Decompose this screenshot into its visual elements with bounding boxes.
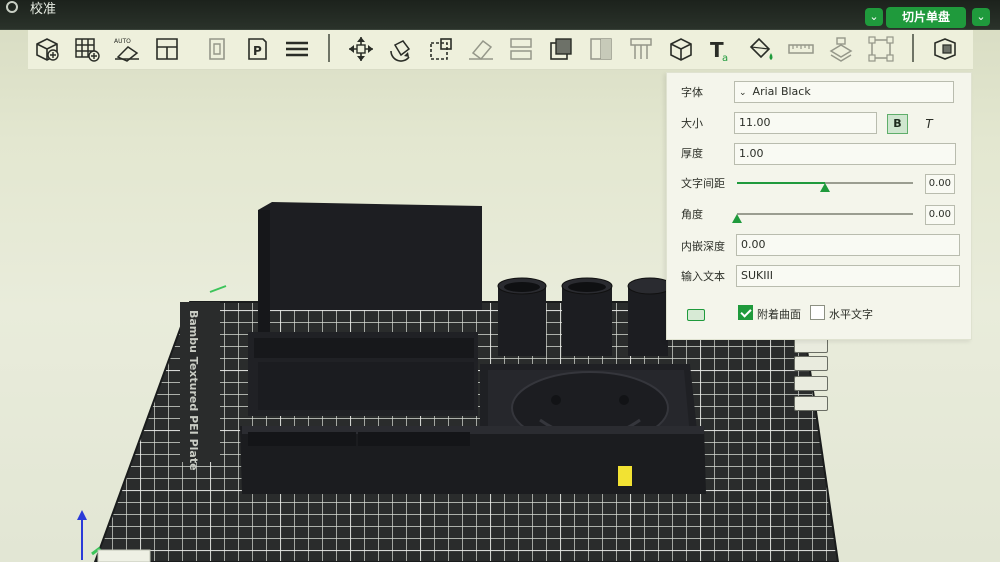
text-tool-icon[interactable]: Ta — [706, 34, 736, 64]
svg-text:AUTO: AUTO — [114, 38, 131, 45]
attach-surface-checkbox[interactable] — [738, 305, 753, 320]
font-select[interactable]: ⌄ Arial Black — [734, 81, 954, 103]
font-label: 字体 — [681, 86, 703, 99]
angle-slider-thumb[interactable] — [732, 214, 742, 223]
text-tool-panel: 字体 ⌄ Arial Black 大小 11.00 B T 厚度 1.00 文字间… — [666, 72, 972, 340]
axis-marker — [209, 285, 227, 293]
italic-toggle-button[interactable]: T — [919, 114, 939, 134]
title-bar: 校准 ⌄ 切片单盘 ⌄ — [0, 0, 1000, 30]
attach-surface-label: 附着曲面 — [757, 308, 801, 321]
slice-plate-button[interactable]: 切片单盘 — [886, 7, 966, 28]
add-plate-grid-icon[interactable] — [72, 34, 102, 64]
view-mode-toggle[interactable] — [97, 549, 151, 562]
cut-icon[interactable] — [546, 34, 576, 64]
toolbar-divider — [912, 34, 914, 62]
font-value: Arial Black — [752, 85, 811, 98]
layers-icon[interactable] — [282, 34, 312, 64]
spacing-value[interactable]: 0.00 — [925, 174, 955, 194]
assembly-icon[interactable] — [826, 34, 856, 64]
arrange-icon[interactable] — [152, 34, 182, 64]
window-title: 校准 — [30, 2, 57, 17]
horizontal-text-checkbox[interactable] — [810, 305, 825, 320]
side-settings-button[interactable] — [794, 396, 828, 411]
plate-icon[interactable] — [202, 34, 232, 64]
thickness-label: 厚度 — [681, 147, 703, 160]
angle-label: 角度 — [681, 208, 703, 221]
text-content-input[interactable]: SUKIII — [736, 265, 960, 287]
input-text-label: 输入文本 — [681, 270, 725, 283]
plate-p-icon[interactable]: P — [242, 34, 272, 64]
organizer-model[interactable] — [240, 202, 706, 494]
toolbar-divider — [328, 34, 330, 62]
auto-orient-icon[interactable]: AUTO — [112, 34, 142, 64]
bounding-box-icon[interactable] — [866, 34, 896, 64]
split-icon[interactable] — [506, 34, 536, 64]
spacing-label: 文字间距 — [681, 177, 725, 190]
side-view-button-2[interactable] — [794, 356, 828, 371]
app-logo-icon — [6, 1, 18, 13]
angle-value[interactable]: 0.00 — [925, 205, 955, 225]
plate-label: Bambu Textured PEI Plate — [187, 310, 200, 471]
svg-text:P: P — [253, 44, 262, 58]
dropdown-chevron-icon[interactable]: ⌄ — [865, 8, 883, 26]
horizontal-text-label: 水平文字 — [829, 308, 873, 321]
move-icon[interactable] — [346, 34, 376, 64]
embed-depth-label: 内嵌深度 — [681, 240, 725, 253]
explode-icon[interactable] — [930, 34, 960, 64]
side-lock-button[interactable] — [794, 376, 828, 391]
boolean-icon[interactable] — [586, 34, 616, 64]
cube-icon[interactable] — [666, 34, 696, 64]
side-view-button-1[interactable] — [794, 338, 828, 353]
lay-on-face-icon[interactable] — [466, 34, 496, 64]
size-label: 大小 — [681, 117, 703, 130]
measure-icon[interactable] — [786, 34, 816, 64]
spacing-slider-fill — [737, 182, 825, 184]
keyboard-icon[interactable] — [687, 309, 705, 321]
bold-toggle-button[interactable]: B — [887, 114, 908, 134]
thickness-input[interactable]: 1.00 — [734, 143, 956, 165]
spacing-slider-thumb[interactable] — [820, 183, 830, 192]
rotate-icon[interactable] — [386, 34, 416, 64]
add-cube-icon[interactable] — [32, 34, 62, 64]
send-dropdown-chevron-icon[interactable]: ⌄ — [972, 8, 990, 26]
support-icon[interactable] — [626, 34, 656, 64]
angle-slider-track[interactable] — [737, 213, 913, 215]
chevron-down-icon: ⌄ — [739, 88, 747, 98]
z-axis-indicator — [77, 510, 101, 560]
main-toolbar: AUTO P Ta — [28, 30, 973, 70]
text-position-marker[interactable] — [618, 466, 632, 486]
scale-icon[interactable] — [426, 34, 456, 64]
size-input[interactable]: 11.00 — [734, 112, 877, 134]
embed-depth-input[interactable]: 0.00 — [736, 234, 960, 256]
svg-text:a: a — [722, 53, 728, 63]
paint-icon[interactable] — [746, 34, 776, 64]
